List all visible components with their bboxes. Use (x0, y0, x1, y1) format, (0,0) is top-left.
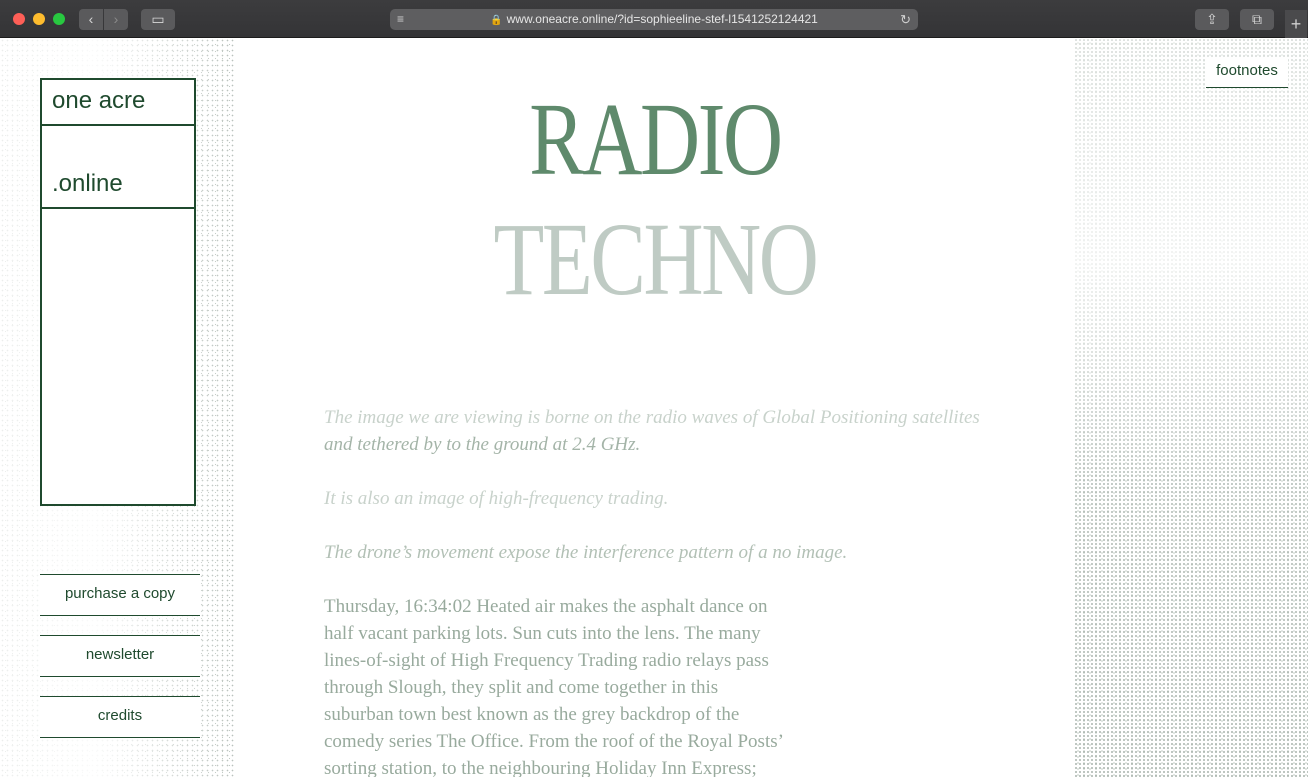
body-paragraph: Thursday, 16:34:02 Heated air makes the … (324, 596, 783, 777)
tab-overview-button[interactable]: ⧉ (1240, 9, 1274, 30)
new-tab-button[interactable]: + (1285, 10, 1307, 38)
minimize-window-button[interactable] (33, 13, 45, 25)
zoom-window-button[interactable] (53, 13, 65, 25)
intro-line-2: and tethered by to the ground at 2.4 GHz… (324, 434, 641, 455)
intro-line-1: The image we are viewing is borne on the… (324, 407, 980, 428)
address-bar[interactable]: ≡ 🔒 www.oneacre.online/?id=sophieeline-st… (390, 9, 918, 30)
article-body: The image we are viewing is borne on the… (324, 404, 1004, 777)
intro-paragraph-3: The drone’s movement expose the interfer… (324, 542, 848, 563)
newsletter-button[interactable]: newsletter (40, 635, 200, 677)
share-icon: ⇪ (1206, 11, 1218, 27)
tabs-icon: ⧉ (1252, 11, 1262, 27)
reader-icon[interactable]: ≡ (397, 9, 404, 30)
site-logo[interactable]: one acre .online (40, 78, 196, 506)
purchase-button[interactable]: purchase a copy (40, 574, 200, 616)
title-line-1: RADIO (529, 82, 783, 197)
lock-icon: 🔒 (490, 15, 503, 26)
web-page: one acre .online purchase a copy newslet… (0, 38, 1308, 777)
intro-paragraph-1: The image we are viewing is borne on the… (324, 404, 1004, 458)
close-window-button[interactable] (13, 13, 25, 25)
sidebar-icon: ▭ (151, 11, 165, 27)
logo-line-2: .online (42, 126, 194, 209)
title-line-2: TECHNO (493, 202, 819, 317)
forward-button[interactable]: › (104, 9, 128, 30)
url-text[interactable]: www.oneacre.online/?id=sophieeline-stef-… (507, 12, 818, 26)
share-button[interactable]: ⇪ (1195, 9, 1229, 30)
logo-line-1: one acre (42, 80, 194, 126)
page-title: RADIO TECHNO (430, 88, 880, 312)
right-noise-background (1074, 38, 1308, 777)
intro-paragraph-2: It is also an image of high-frequency tr… (324, 488, 669, 509)
footnotes-button[interactable]: footnotes (1206, 57, 1288, 88)
browser-toolbar: ‹ › ▭ ≡ 🔒 www.oneacre.online/?id=sophieel… (0, 0, 1308, 38)
reload-icon[interactable]: ↻ (900, 9, 911, 30)
plus-icon: + (1290, 14, 1302, 34)
back-button[interactable]: ‹ (79, 9, 103, 30)
chevron-left-icon: ‹ (88, 11, 94, 27)
credits-button[interactable]: credits (40, 696, 200, 738)
chevron-right-icon: › (113, 11, 119, 27)
sidebar-toggle-button[interactable]: ▭ (141, 9, 175, 30)
